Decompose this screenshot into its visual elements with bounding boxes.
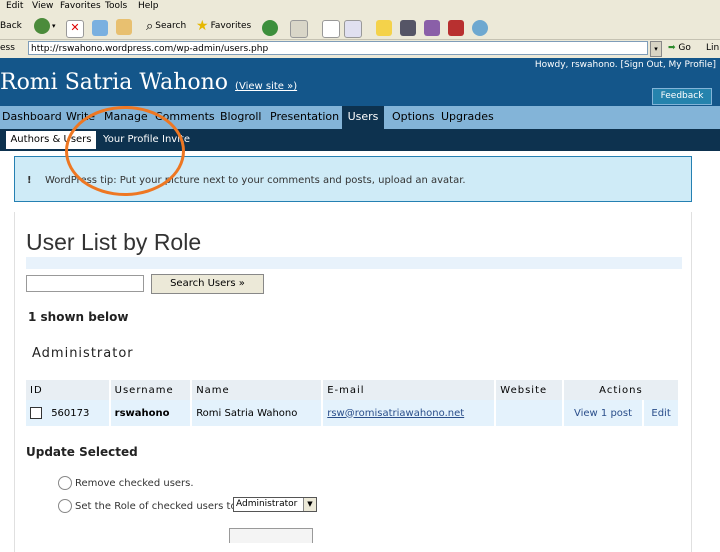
page-title: User List by Role	[26, 228, 682, 269]
address-input[interactable]: http://rswahono.wordpress.com/wp-admin/u…	[28, 41, 648, 55]
chevron-down-icon: ▼	[303, 498, 316, 511]
nav-users[interactable]: Users	[342, 106, 384, 129]
back-label: Back	[0, 21, 22, 31]
highlight-circle-annotation	[65, 106, 185, 196]
ie-menu-bar: Edit View Favorites Tools Help	[0, 0, 720, 13]
users-icon[interactable]	[472, 20, 488, 36]
set-role-label: Set the Role of checked users to:	[75, 501, 240, 512]
col-website: Website	[495, 380, 564, 400]
shown-below-count: 1 shown below	[28, 310, 129, 324]
dropdown-arrow-icon: ▾	[52, 22, 56, 30]
feedback-button[interactable]: Feedback	[652, 88, 712, 105]
role-select-value: Administrator	[236, 499, 298, 509]
row-checkbox[interactable]	[30, 407, 42, 419]
home-icon[interactable]	[116, 19, 132, 35]
search-button[interactable]: ⌕ Search	[146, 16, 186, 36]
go-button[interactable]: ➡ Go	[668, 43, 691, 53]
star-icon: ★	[196, 18, 209, 34]
refresh-icon[interactable]	[92, 20, 108, 36]
nav-options[interactable]: Options	[392, 110, 434, 123]
print-icon[interactable]	[322, 20, 340, 38]
col-email: E-mail	[322, 380, 497, 400]
blog-title-text: Romi Satria Wahono	[0, 70, 229, 95]
research-icon[interactable]	[400, 20, 416, 36]
search-icon: ⌕	[146, 18, 154, 34]
table-row: 560173 rswahono Romi Satria Wahono rsw@r…	[26, 400, 680, 426]
cell-id: 560173	[26, 400, 111, 426]
update-selected-heading: Update Selected	[26, 445, 138, 459]
address-bar: ess http://rswahono.wordpress.com/wp-adm…	[0, 40, 720, 58]
edit-user-link[interactable]: Edit	[651, 408, 670, 419]
role-select[interactable]: Administrator ▼	[233, 497, 317, 512]
bulk-update-button[interactable]	[229, 528, 313, 543]
view-site-link[interactable]: (View site »)	[235, 81, 297, 92]
howdy-text[interactable]: Howdy, rswahono. [Sign Out, My Profile]	[535, 60, 716, 70]
role-heading: Administrator	[32, 346, 134, 361]
menu-tools[interactable]: Tools	[105, 0, 127, 12]
address-url: http://rswahono.wordpress.com/wp-admin/u…	[31, 44, 269, 54]
nav-dashboard[interactable]: Dashboard	[2, 110, 62, 123]
search-users-button[interactable]: Search Users »	[151, 274, 264, 294]
history-icon[interactable]	[262, 20, 278, 36]
remove-users-label: Remove checked users.	[75, 478, 194, 489]
blog-title: Romi Satria Wahono (View site »)	[0, 70, 297, 95]
go-arrow-icon: ➡	[668, 43, 676, 53]
col-name: Name	[191, 380, 324, 400]
stop-icon[interactable]: ✕	[66, 20, 84, 38]
edit-icon[interactable]	[344, 20, 362, 38]
address-label: ess	[0, 43, 15, 53]
exclamation-icon: !	[27, 175, 32, 186]
messenger-icon[interactable]	[448, 20, 464, 36]
cell-email: rsw@romisatriawahono.net	[322, 400, 497, 426]
cell-edit: Edit	[643, 400, 680, 426]
cell-username: rswahono	[109, 400, 193, 426]
view-posts-link[interactable]: View 1 post	[574, 408, 632, 419]
go-label: Go	[678, 43, 691, 53]
menu-edit[interactable]: Edit	[6, 0, 23, 12]
wp-header: Romi Satria Wahono (View site ») Howdy, …	[0, 58, 720, 106]
col-actions: Actions	[562, 380, 681, 400]
forward-button[interactable]: ▾	[34, 16, 56, 36]
menu-view[interactable]: View	[32, 0, 53, 12]
menu-favorites[interactable]: Favorites	[60, 0, 101, 12]
back-button[interactable]: Back	[0, 16, 22, 36]
cell-name: Romi Satria Wahono	[191, 400, 324, 426]
search-label: Search	[155, 21, 187, 31]
favorites-label: Favorites	[210, 21, 252, 31]
forward-icon	[34, 18, 50, 34]
user-table: ID Username Name E-mail Website Actions …	[26, 380, 681, 426]
nav-presentation[interactable]: Presentation	[270, 110, 339, 123]
ie-toolbar: Back ▾ ✕ ⌕ Search ★ Favorites	[0, 13, 720, 40]
table-header-row: ID Username Name E-mail Website Actions	[26, 380, 681, 400]
links-label[interactable]: Lin	[706, 43, 719, 53]
col-id: ID	[26, 380, 111, 400]
remove-users-radio[interactable]	[58, 476, 72, 490]
set-role-radio[interactable]	[58, 499, 72, 513]
folder-icon[interactable]	[376, 20, 392, 36]
cell-website	[495, 400, 564, 426]
search-users-input[interactable]	[26, 275, 144, 292]
mail-icon[interactable]	[290, 20, 308, 38]
nav-upgrades[interactable]: Upgrades	[441, 110, 494, 123]
toolbar-plugin-icon[interactable]	[424, 20, 440, 36]
cell-view: View 1 post	[562, 400, 645, 426]
col-username: Username	[109, 380, 193, 400]
favorites-button[interactable]: ★ Favorites	[196, 16, 251, 36]
nav-blogroll[interactable]: Blogroll	[220, 110, 261, 123]
email-link[interactable]: rsw@romisatriawahono.net	[327, 408, 464, 419]
user-id: 560173	[51, 408, 90, 419]
menu-help[interactable]: Help	[138, 0, 159, 12]
address-dropdown-icon[interactable]: ▾	[650, 41, 662, 57]
